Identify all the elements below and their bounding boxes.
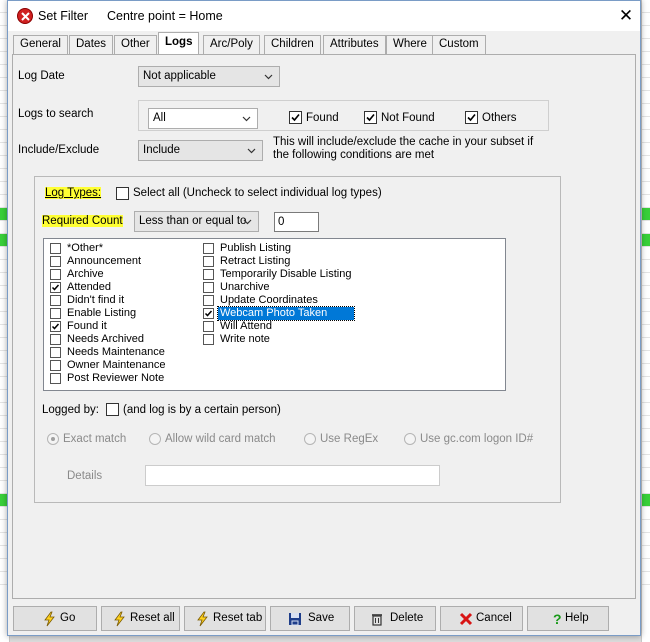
required-count-operator-value: Less than or equal to xyxy=(139,215,247,227)
checkmark-icon xyxy=(291,113,300,122)
chevron-down-icon xyxy=(247,148,256,154)
checkbox[interactable] xyxy=(203,282,214,293)
logged-by-checkbox-label: (and log is by a certain person) xyxy=(123,404,281,416)
checkbox[interactable] xyxy=(50,347,61,358)
regex-radio[interactable] xyxy=(304,433,316,445)
tab-attributes[interactable]: Attributes xyxy=(323,35,386,54)
select-all-checkbox[interactable] xyxy=(116,187,129,200)
dialog-subtitle: Centre point = Home xyxy=(107,9,223,23)
log-types-listbox: *Other* Announcement Archive Attended Di… xyxy=(43,238,506,391)
log-date-label: Log Date xyxy=(18,70,65,82)
found-label: Found xyxy=(306,112,339,124)
checkmark-icon xyxy=(366,113,375,122)
log-date-value: Not applicable xyxy=(143,70,216,82)
exact-match-radio[interactable] xyxy=(47,433,59,445)
help-button[interactable]: ? Help xyxy=(527,606,609,631)
checkmark-icon xyxy=(467,113,476,122)
svg-text:?: ? xyxy=(553,611,562,627)
logs-to-search-value: All xyxy=(153,112,166,124)
dialog-title: Set Filter xyxy=(38,9,89,23)
checkbox[interactable] xyxy=(50,256,61,267)
app-logo-icon xyxy=(17,8,33,24)
lightning-icon xyxy=(44,611,55,627)
checkbox[interactable] xyxy=(50,360,61,371)
others-label: Others xyxy=(482,112,517,124)
floppy-disk-icon xyxy=(289,613,301,626)
required-count-input[interactable]: 0 xyxy=(274,212,319,232)
checkbox[interactable] xyxy=(203,308,214,319)
wild-card-match-label: Allow wild card match xyxy=(165,433,276,445)
include-exclude-dropdown[interactable]: Include xyxy=(138,140,263,161)
checkmark-icon xyxy=(204,310,213,317)
not-found-checkbox[interactable] xyxy=(364,111,377,124)
details-label: Details xyxy=(67,470,103,482)
reset-tab-button[interactable]: Reset tab xyxy=(184,606,266,631)
cancel-button[interactable]: Cancel xyxy=(440,606,523,631)
logs-to-search-dropdown[interactable]: All xyxy=(148,108,258,129)
checkbox[interactable] xyxy=(50,321,61,332)
checkbox[interactable] xyxy=(203,243,214,254)
required-count-label: Required Count xyxy=(42,215,123,227)
logged-by-label: Logged by: xyxy=(42,404,99,416)
gc-logon-id-radio[interactable] xyxy=(404,433,416,445)
question-mark-icon: ? xyxy=(553,611,562,627)
reset-all-button[interactable]: Reset all xyxy=(101,606,180,631)
checkbox[interactable] xyxy=(203,295,214,306)
chevron-down-icon xyxy=(243,219,252,225)
delete-button[interactable]: Delete xyxy=(354,606,436,631)
title-bar: Set Filter Centre point = Home ✕ xyxy=(8,1,640,31)
details-input[interactable] xyxy=(145,465,440,486)
log-date-dropdown[interactable]: Not applicable xyxy=(138,66,280,87)
checkbox[interactable] xyxy=(50,295,61,306)
checkbox[interactable] xyxy=(50,308,61,319)
checkbox[interactable] xyxy=(203,321,214,332)
not-found-label: Not Found xyxy=(381,112,435,124)
logged-by-checkbox[interactable] xyxy=(106,403,119,416)
others-checkbox[interactable] xyxy=(465,111,478,124)
checkbox[interactable] xyxy=(50,373,61,384)
checkbox[interactable] xyxy=(50,282,61,293)
go-button[interactable]: Go xyxy=(13,606,97,631)
select-all-label: Select all (Uncheck to select individual… xyxy=(133,187,382,199)
gc-logon-id-label: Use gc.com logon ID# xyxy=(420,433,534,445)
lightning-icon xyxy=(197,611,208,627)
checkmark-icon xyxy=(51,323,60,330)
trash-can-icon xyxy=(372,614,382,626)
background-app-right-strip xyxy=(641,0,650,642)
tab-logs[interactable]: Logs xyxy=(158,32,200,54)
checkbox[interactable] xyxy=(203,256,214,267)
set-filter-dialog: Set Filter Centre point = Home ✕ General… xyxy=(7,0,641,636)
checkbox[interactable] xyxy=(50,243,61,254)
lightning-icon xyxy=(114,611,125,627)
exact-match-label: Exact match xyxy=(63,433,127,445)
tab-where[interactable]: Where xyxy=(386,35,434,54)
tab-children[interactable]: Children xyxy=(264,35,321,54)
include-exclude-value: Include xyxy=(143,144,181,156)
include-exclude-note: This will include/exclude the cache in y… xyxy=(273,136,534,161)
tab-dates[interactable]: Dates xyxy=(69,35,114,54)
tab-other[interactable]: Other xyxy=(114,35,157,54)
chevron-down-icon xyxy=(242,116,251,122)
tab-arc-poly[interactable]: Arc/Poly xyxy=(203,35,260,54)
wild-card-match-radio[interactable] xyxy=(149,433,161,445)
logs-to-search-label: Logs to search xyxy=(18,108,94,120)
include-exclude-label: Include/Exclude xyxy=(18,144,100,156)
regex-label: Use RegEx xyxy=(320,433,379,445)
log-types-label: Log Types: xyxy=(45,187,102,199)
checkbox[interactable] xyxy=(203,334,214,345)
found-checkbox[interactable] xyxy=(289,111,302,124)
checkbox[interactable] xyxy=(50,334,61,345)
checkbox[interactable] xyxy=(203,269,214,280)
checkbox[interactable] xyxy=(50,269,61,280)
checkmark-icon xyxy=(51,284,60,291)
save-button[interactable]: Save xyxy=(270,606,350,631)
chevron-down-icon xyxy=(264,74,273,80)
tab-custom[interactable]: Custom xyxy=(432,35,486,54)
red-x-icon xyxy=(459,612,473,626)
tab-general[interactable]: General xyxy=(13,35,68,54)
close-icon[interactable]: ✕ xyxy=(614,5,638,27)
required-count-operator-dropdown[interactable]: Less than or equal to xyxy=(134,211,259,232)
